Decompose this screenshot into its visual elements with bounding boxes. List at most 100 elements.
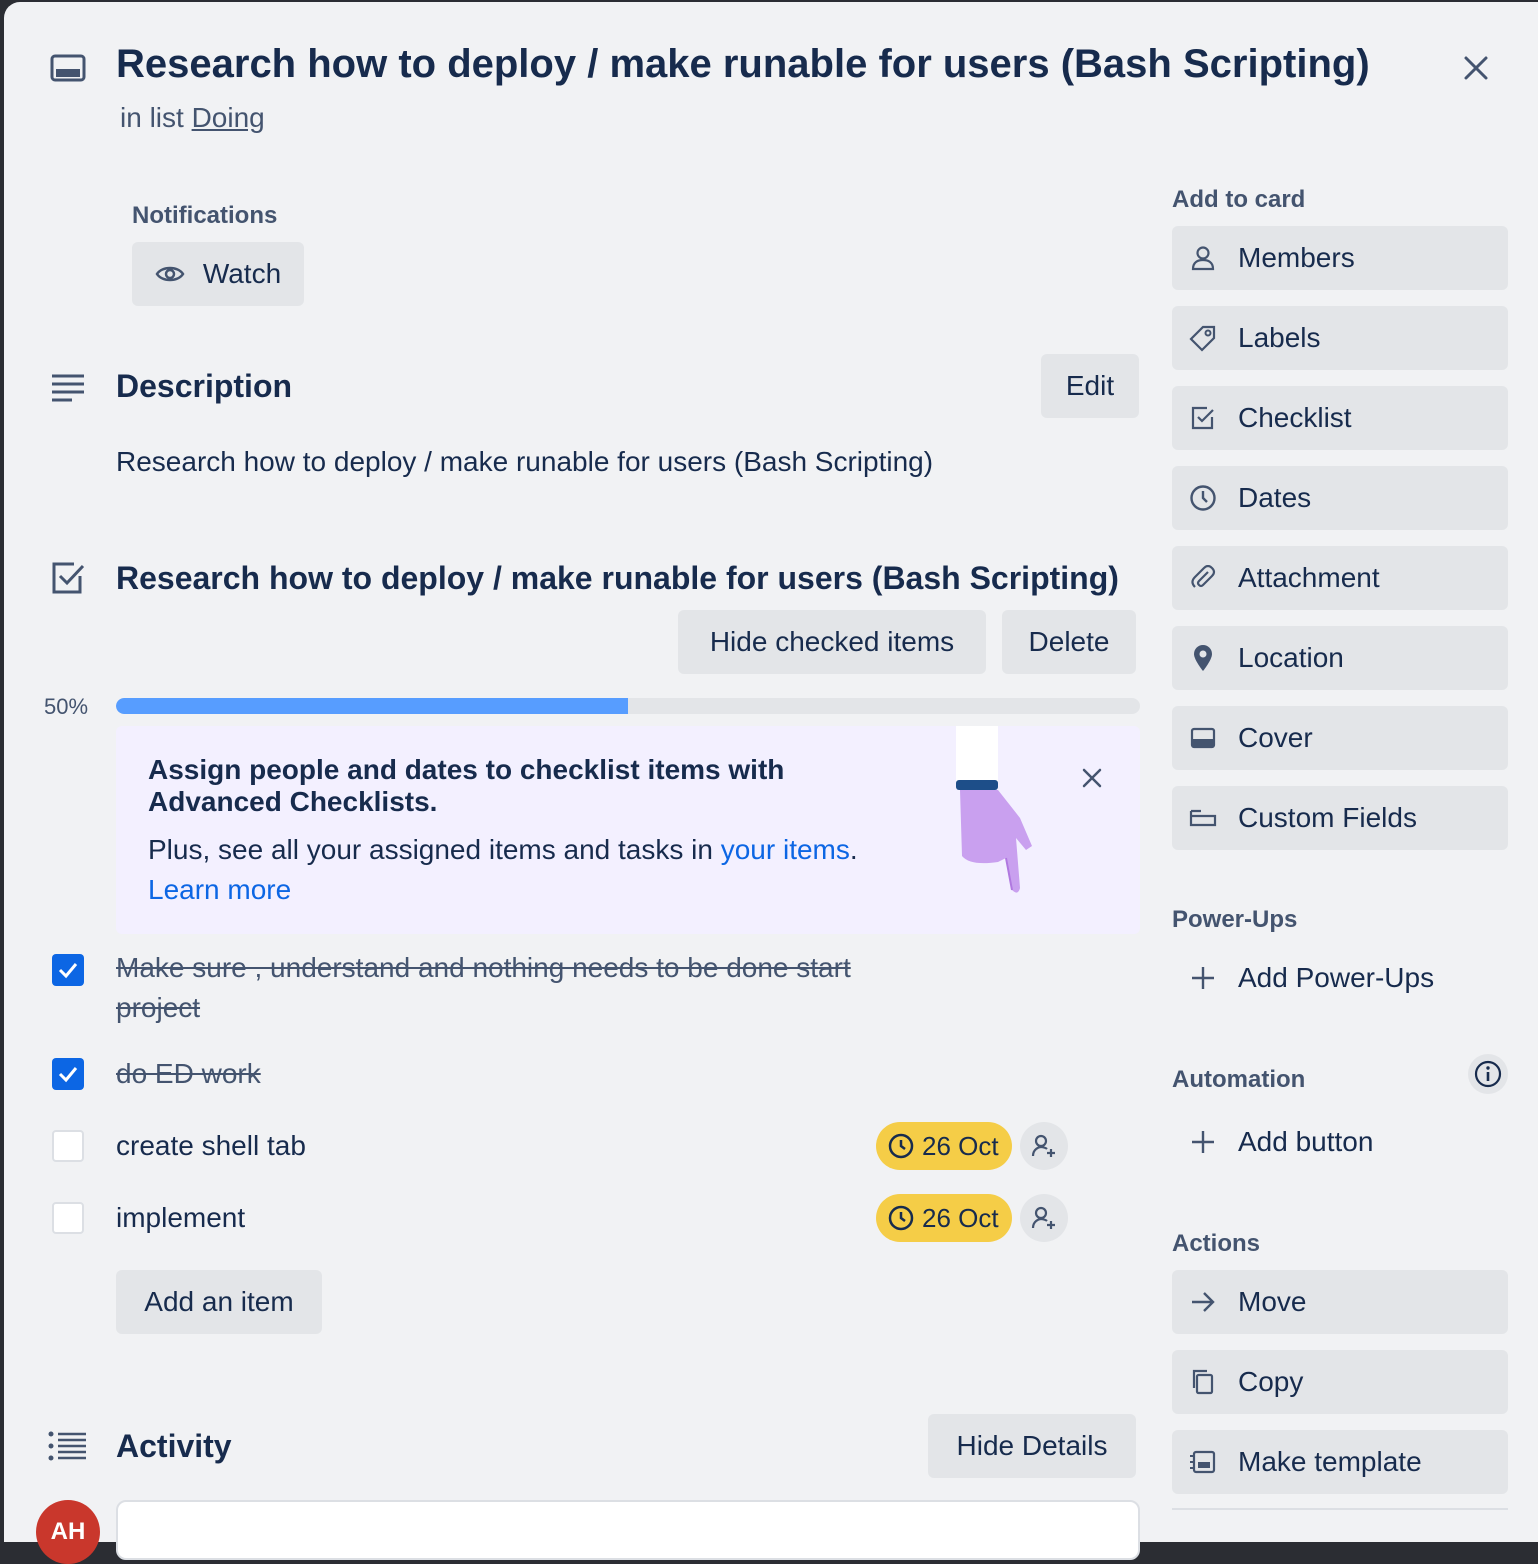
edit-description-button[interactable]: Edit xyxy=(1041,354,1139,418)
due-date-label: 26 Oct xyxy=(922,1202,999,1233)
card-title[interactable]: Research how to deploy / make runable fo… xyxy=(116,42,1370,87)
move-label: Move xyxy=(1238,1286,1307,1317)
copy-icon xyxy=(1188,1367,1218,1397)
make-template-label: Make template xyxy=(1238,1446,1422,1477)
checklist-item-text[interactable]: create shell tab xyxy=(116,1126,306,1166)
checklist-title[interactable]: Research how to deploy / make runable fo… xyxy=(116,560,1119,597)
list-link[interactable]: Doing xyxy=(192,102,265,133)
actions-label: Actions xyxy=(1172,1230,1261,1257)
arrow-right-icon xyxy=(1188,1287,1218,1317)
promo-text-suffix: . xyxy=(849,834,858,865)
learn-more-link[interactable]: Learn more xyxy=(148,874,291,906)
add-item-button[interactable]: Add an item xyxy=(116,1270,322,1334)
avatar[interactable]: AH xyxy=(36,1500,100,1564)
due-date-badge[interactable]: 26 Oct xyxy=(876,1122,1012,1170)
cover-label: Cover xyxy=(1238,722,1313,753)
cover-icon xyxy=(1188,723,1218,753)
person-icon xyxy=(1188,243,1218,273)
hide-details-button[interactable]: Hide Details xyxy=(928,1414,1136,1478)
pin-icon xyxy=(1188,643,1218,673)
watch-button[interactable]: Watch xyxy=(132,242,304,306)
description-heading: Description xyxy=(116,368,293,404)
in-list-prefix: in list xyxy=(120,102,184,133)
comment-input[interactable] xyxy=(116,1500,1140,1560)
clock-icon xyxy=(888,1205,914,1231)
card-detail-modal: Research how to deploy / make runable fo… xyxy=(4,2,1538,1564)
paperclip-icon xyxy=(1188,563,1218,593)
checklist-icon xyxy=(48,558,88,598)
checklist-item-text[interactable]: implement xyxy=(116,1198,245,1238)
info-icon[interactable] xyxy=(1468,1054,1508,1094)
add-power-ups-button[interactable]: Add Power-Ups xyxy=(1172,946,1508,1010)
add-button-button[interactable]: Add button xyxy=(1172,1110,1508,1174)
add-button-label: Add button xyxy=(1238,1126,1374,1157)
checklist-item-text[interactable]: do ED work xyxy=(116,1054,261,1094)
activity-icon xyxy=(48,1426,88,1466)
eye-icon xyxy=(155,264,185,284)
checkmark-icon xyxy=(58,1067,78,1083)
checklist-item-text[interactable]: Make sure , understand and nothing needs… xyxy=(116,948,896,1028)
move-button[interactable]: Move xyxy=(1172,1270,1508,1334)
plus-icon xyxy=(1188,963,1218,993)
automation-label: Automation xyxy=(1172,1066,1306,1093)
card-icon xyxy=(48,48,88,88)
checklist-item-checkbox[interactable] xyxy=(52,1130,84,1162)
promo-title: Assign people and dates to checklist ite… xyxy=(148,754,785,817)
notifications-label: Notifications xyxy=(132,202,278,229)
advanced-checklists-promo: Assign people and dates to checklist ite… xyxy=(116,726,1140,934)
delete-checklist-button[interactable]: Delete xyxy=(1002,610,1136,674)
pointing-hand-illustration xyxy=(940,726,1040,906)
members-label: Members xyxy=(1238,242,1355,273)
sidebar-divider xyxy=(1172,1508,1508,1510)
progress-fill xyxy=(116,698,628,714)
promo-text-prefix: Plus, see all your assigned items and ta… xyxy=(148,834,713,865)
checkbox-icon xyxy=(1188,403,1218,433)
members-button[interactable]: Members xyxy=(1172,226,1508,290)
add-to-card-label: Add to card xyxy=(1172,186,1306,213)
add-person-icon xyxy=(1031,1206,1055,1229)
copy-label: Copy xyxy=(1238,1366,1304,1397)
add-person-icon xyxy=(1031,1134,1055,1157)
plus-icon xyxy=(1188,1127,1218,1157)
attachment-label: Attachment xyxy=(1238,562,1380,593)
location-label: Location xyxy=(1238,642,1344,673)
template-icon xyxy=(1188,1447,1218,1477)
labels-label: Labels xyxy=(1238,322,1321,353)
assign-member-button[interactable] xyxy=(1020,1194,1068,1242)
your-items-link[interactable]: your items xyxy=(721,834,850,865)
clock-icon xyxy=(888,1133,914,1159)
checklist-item-checkbox[interactable] xyxy=(52,954,84,986)
assign-member-button[interactable] xyxy=(1020,1122,1068,1170)
make-template-button[interactable]: Make template xyxy=(1172,1430,1508,1494)
description-text[interactable]: Research how to deploy / make runable fo… xyxy=(116,446,933,478)
progress-bar xyxy=(116,698,1140,714)
clock-icon xyxy=(1188,483,1218,513)
promo-close-icon[interactable] xyxy=(1076,762,1108,794)
checklist-button[interactable]: Checklist xyxy=(1172,386,1508,450)
copy-button[interactable]: Copy xyxy=(1172,1350,1508,1414)
add-power-ups-label: Add Power-Ups xyxy=(1238,962,1435,993)
dates-label: Dates xyxy=(1238,482,1312,513)
checkmark-icon xyxy=(58,963,78,979)
cover-button[interactable]: Cover xyxy=(1172,706,1508,770)
list-breadcrumb: in list Doing xyxy=(120,102,265,134)
custom-fields-button[interactable]: Custom Fields xyxy=(1172,786,1508,850)
power-ups-label: Power-Ups xyxy=(1172,906,1298,933)
promo-text: Plus, see all your assigned items and ta… xyxy=(148,834,858,866)
checklist-item-checkbox[interactable] xyxy=(52,1058,84,1090)
dates-button[interactable]: Dates xyxy=(1172,466,1508,530)
progress-percent: 50% xyxy=(44,694,89,719)
location-button[interactable]: Location xyxy=(1172,626,1508,690)
labels-button[interactable]: Labels xyxy=(1172,306,1508,370)
hide-checked-items-button[interactable]: Hide checked items xyxy=(678,610,986,674)
custom-fields-label: Custom Fields xyxy=(1238,802,1417,833)
attachment-button[interactable]: Attachment xyxy=(1172,546,1508,610)
checklist-label: Checklist xyxy=(1238,402,1352,433)
activity-heading: Activity xyxy=(116,1428,232,1464)
description-icon xyxy=(48,368,88,408)
close-icon[interactable] xyxy=(1456,48,1496,88)
tag-icon xyxy=(1188,323,1218,353)
due-date-badge[interactable]: 26 Oct xyxy=(876,1194,1012,1242)
due-date-label: 26 Oct xyxy=(922,1130,999,1161)
checklist-item-checkbox[interactable] xyxy=(52,1202,84,1234)
